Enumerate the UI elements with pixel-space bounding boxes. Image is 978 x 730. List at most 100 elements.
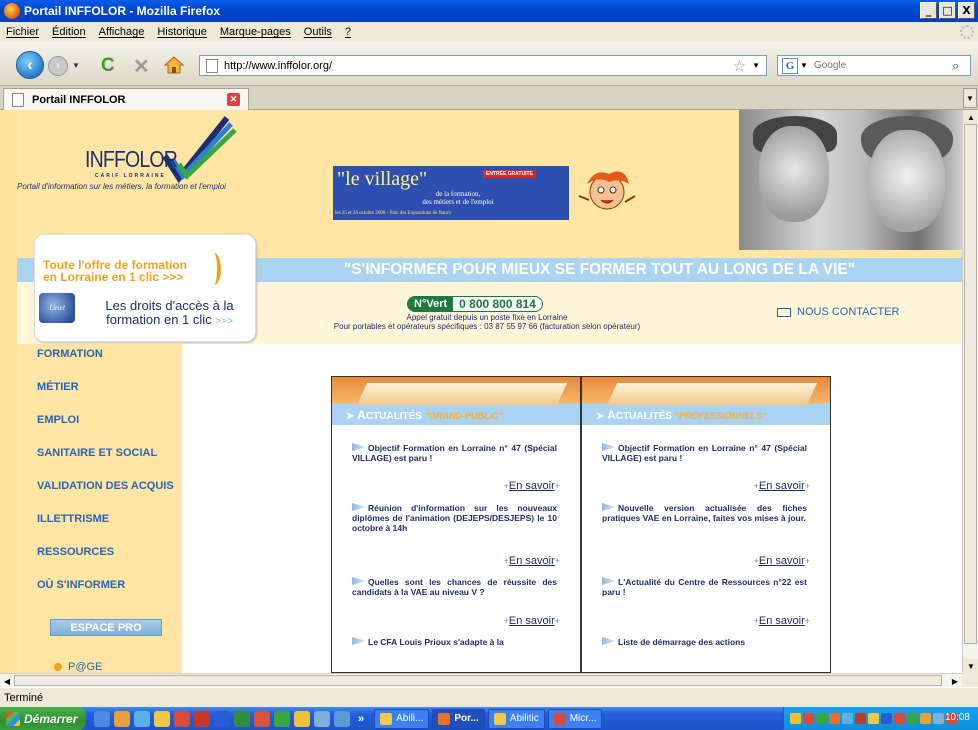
quicklaunch-icon[interactable] [194, 710, 210, 727]
scroll-right-icon[interactable]: ▶ [948, 674, 962, 688]
url-dropdown-icon[interactable]: ▼ [752, 61, 760, 70]
horizontal-scrollbar[interactable]: ◀ ▶ [0, 673, 962, 687]
news-item[interactable]: Le CFA Louis Prioux s'adapte à la [352, 637, 557, 647]
search-engine-dropdown-icon[interactable]: ▼ [800, 61, 808, 70]
quicklaunch-icon[interactable] [94, 710, 110, 727]
en-savoir-link[interactable]: +En savoir+ [754, 480, 810, 492]
menu-historique[interactable]: Historique [157, 26, 207, 38]
offre-link[interactable]: Toute l'offre de formation en Lorraine e… [43, 259, 187, 283]
numero-vert[interactable]: N°Vert 0 800 800 814 [407, 296, 543, 312]
quicklaunch-icon[interactable] [234, 710, 250, 727]
sidebar-item-sanitaire[interactable]: SANITAIRE ET SOCIAL [37, 447, 157, 459]
tray-icon[interactable] [816, 713, 827, 724]
quicklaunch-icon[interactable] [334, 710, 350, 727]
news-item[interactable]: Réunion d'information sur les nouveaux d… [352, 503, 557, 533]
quicklaunch-icon[interactable] [294, 710, 310, 727]
en-savoir-link[interactable]: +En savoir+ [504, 480, 560, 492]
contact-link[interactable]: NOUS CONTACTER [777, 306, 899, 318]
inffolor-logo[interactable]: INFFOLOR CARIF LORRAINE Portail d'inform… [17, 116, 307, 236]
url-text[interactable]: http://www.inffolor.org/ [224, 60, 733, 72]
minimize-button[interactable]: _ [920, 2, 937, 19]
tray-icon[interactable] [842, 713, 853, 724]
start-button[interactable]: Démarrer [0, 707, 86, 730]
tray-icon[interactable] [881, 713, 892, 724]
search-input[interactable] [813, 60, 952, 71]
stop-icon[interactable]: ✕ [133, 54, 150, 79]
search-bar[interactable]: G ▼ ⌕ [777, 55, 971, 76]
history-dropdown-icon[interactable]: ▼ [72, 61, 80, 70]
quicklaunch-icon[interactable] [314, 710, 330, 727]
task-button-portail[interactable]: Por... [432, 708, 485, 729]
home-icon[interactable] [163, 54, 185, 76]
scroll-up-icon[interactable]: ▲ [963, 110, 978, 124]
sidebar-item-illettrisme[interactable]: ILLETTRISME [37, 513, 109, 525]
news-item[interactable]: Objectif Formation en Lorraine n° 47 (Sp… [602, 443, 807, 463]
menu-outils[interactable]: Outils [304, 26, 332, 38]
sidebar-item-formation[interactable]: FORMATION [37, 348, 103, 360]
search-icon[interactable]: ⌕ [952, 58, 970, 74]
scroll-left-icon[interactable]: ◀ [0, 674, 14, 688]
tray-icon[interactable] [907, 713, 918, 724]
espace-pro-button[interactable]: ESPACE PRO [50, 619, 162, 636]
village-banner[interactable]: "le village" ENTRÉE GRATUITE de la forma… [333, 166, 569, 220]
en-savoir-link[interactable]: +En savoir+ [504, 555, 560, 567]
quicklaunch-icon[interactable] [214, 710, 230, 727]
quicklaunch-icon[interactable] [254, 710, 270, 727]
task-button-micr[interactable]: Micr... [547, 708, 603, 729]
en-savoir-link[interactable]: +En savoir+ [754, 615, 810, 627]
page-link[interactable]: P@GE [54, 661, 102, 673]
vertical-scrollbar[interactable]: ▲ ▼ [962, 110, 978, 673]
tray-icon[interactable] [855, 713, 866, 724]
droits-link[interactable]: Les droits d'accès à la formation en 1 c… [87, 299, 252, 329]
bookmark-star-icon[interactable]: ☆ [733, 57, 746, 75]
tray-icon[interactable] [790, 713, 801, 724]
google-icon[interactable]: G [782, 57, 798, 74]
sidebar-item-ou-sinformer[interactable]: OÙ S'INFORMER [37, 579, 125, 591]
quicklaunch-overflow-icon[interactable]: » [358, 713, 364, 725]
tray-icon[interactable] [829, 713, 840, 724]
sidebar-item-vae[interactable]: VALIDATION DES ACQUIS [37, 480, 174, 492]
news-item[interactable]: Quelles sont les chances de réussite des… [352, 577, 557, 597]
close-tab-icon[interactable]: ✕ [227, 93, 240, 106]
quicklaunch-icon[interactable] [114, 710, 130, 727]
tray-icon[interactable] [920, 713, 931, 724]
reload-icon[interactable]: C [101, 55, 115, 77]
tray-icon[interactable] [803, 713, 814, 724]
news-item[interactable]: L'Actualité du Centre de Ressources n°22… [602, 577, 807, 597]
close-button[interactable]: X [958, 2, 975, 19]
tab-portail-inffolor[interactable]: Portail INFFOLOR ✕ [3, 88, 249, 110]
news-item[interactable]: Objectif Formation en Lorraine n° 47 (Sp… [352, 443, 557, 463]
scroll-down-icon[interactable]: ▼ [963, 659, 978, 673]
maximize-button[interactable]: □ [939, 2, 956, 19]
en-savoir-link[interactable]: +En savoir+ [504, 615, 560, 627]
menu-help[interactable]: ? [345, 26, 351, 38]
menu-marque-pages[interactable]: Marque-pages [220, 26, 291, 38]
vertical-scroll-thumb[interactable] [964, 124, 977, 644]
quicklaunch-icon[interactable] [154, 710, 170, 727]
en-savoir-link[interactable]: +En savoir+ [754, 555, 810, 567]
sidebar-item-emploi[interactable]: EMPLOI [37, 414, 79, 426]
menu-fichier[interactable]: Fichier [6, 26, 39, 38]
offre-formation-box[interactable]: Toute l'offre de formation en Lorraine e… [34, 234, 256, 342]
menu-edition[interactable]: Édition [52, 26, 86, 38]
task-button-abilitic[interactable]: Abilitic [487, 708, 545, 729]
liriel-badge[interactable]: Liriel [39, 293, 75, 323]
sidebar-item-metier[interactable]: MÉTIER [37, 381, 79, 393]
plus-right: + [804, 481, 810, 491]
horizontal-scroll-thumb[interactable] [14, 675, 942, 686]
menu-affichage[interactable]: Affichage [99, 26, 145, 38]
tray-icon[interactable] [894, 713, 905, 724]
sidebar-item-ressources[interactable]: RESSOURCES [37, 546, 114, 558]
quicklaunch-icon[interactable] [274, 710, 290, 727]
news-item[interactable]: Nouvelle version actualisée des fiches p… [602, 503, 807, 523]
tray-icon[interactable] [933, 713, 944, 724]
url-bar[interactable]: http://www.inffolor.org/ ☆ ▼ [199, 55, 767, 76]
task-button-abili[interactable]: Abili... [374, 708, 430, 729]
quicklaunch-icon[interactable] [174, 710, 190, 727]
back-button[interactable]: ‹ [16, 51, 44, 79]
quicklaunch-icon[interactable] [134, 710, 150, 727]
news-item[interactable]: Liste de démarrage des actions [602, 637, 807, 647]
tab-list-icon[interactable]: ▼ [963, 88, 977, 108]
tray-icon[interactable] [868, 713, 879, 724]
forward-button[interactable]: › [48, 56, 68, 76]
